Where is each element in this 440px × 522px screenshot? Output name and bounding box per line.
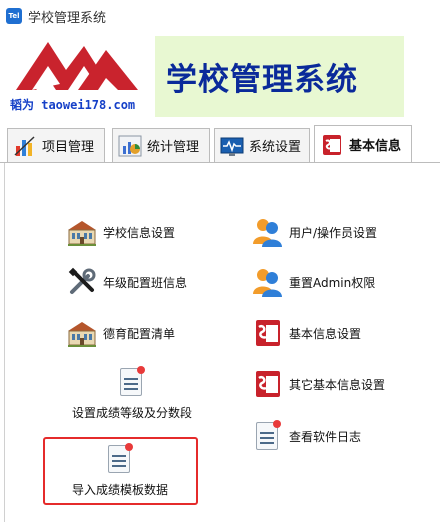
item-label: 重置Admin权限 [289, 275, 376, 290]
office-icon [252, 317, 284, 349]
item-label: 德育配置清单 [103, 326, 176, 341]
tab-statistics[interactable]: 统计管理 [112, 128, 210, 162]
item-label: 导入成绩模板数据 [71, 483, 168, 497]
grade-levels-settings-item[interactable]: 设置成绩等级及分数段 [62, 366, 202, 421]
stats-chart-icon [118, 134, 142, 158]
grade-class-config-item[interactable]: 年级配置班信息 [66, 266, 187, 298]
document-icon [116, 366, 148, 398]
tab-system-settings[interactable]: 系统设置 [214, 128, 310, 162]
school-info-settings-item[interactable]: 学校信息设置 [66, 216, 175, 248]
tab-label: 基本信息 [349, 139, 402, 154]
item-label: 用户/操作员设置 [289, 225, 378, 240]
users-icon [252, 216, 284, 248]
item-label: 设置成绩等级及分数段 [71, 406, 192, 420]
item-label: 基本信息设置 [289, 326, 362, 341]
app-icon: Tel [6, 8, 22, 24]
tab-basic-info[interactable]: 基本信息 [314, 125, 412, 163]
tab-label: 系统设置 [249, 140, 302, 155]
window-title: 学校管理系统 [28, 11, 107, 26]
banner: 学校管理系统 [155, 36, 404, 117]
mountain-logo-icon [16, 42, 138, 90]
user-operator-settings-item[interactable]: 用户/操作员设置 [252, 216, 377, 248]
document-icon [252, 420, 284, 452]
import-score-template-item[interactable]: 导入成绩模板数据 [50, 443, 190, 498]
bar-chart-icon [13, 134, 37, 158]
reset-admin-permissions-item[interactable]: 重置Admin权限 [252, 266, 375, 298]
logo-url: 韬为 taowei178.com [10, 98, 136, 112]
basic-info-settings-item[interactable]: 基本信息设置 [252, 317, 361, 349]
banner-title: 学校管理系统 [166, 62, 358, 98]
users-icon [252, 266, 284, 298]
tab-label: 项目管理 [42, 140, 95, 155]
tab-label: 统计管理 [147, 140, 200, 155]
tab-project-management[interactable]: 项目管理 [7, 128, 105, 162]
office-icon [252, 368, 284, 400]
item-label: 其它基本信息设置 [289, 377, 386, 392]
school-building-icon [66, 216, 98, 248]
office-icon [320, 133, 344, 157]
view-software-log-item[interactable]: 查看软件日志 [252, 420, 361, 452]
item-label: 年级配置班信息 [103, 275, 188, 290]
title-bar: Tel 学校管理系统 [0, 0, 440, 32]
item-label: 学校信息设置 [103, 225, 176, 240]
item-label: 查看软件日志 [289, 429, 362, 444]
document-icon [104, 443, 136, 475]
other-basic-info-settings-item[interactable]: 其它基本信息设置 [252, 368, 385, 400]
school-building-icon [66, 317, 98, 349]
monitor-icon [220, 134, 244, 158]
tools-icon [66, 266, 98, 298]
moral-education-list-item[interactable]: 德育配置清单 [66, 317, 175, 349]
